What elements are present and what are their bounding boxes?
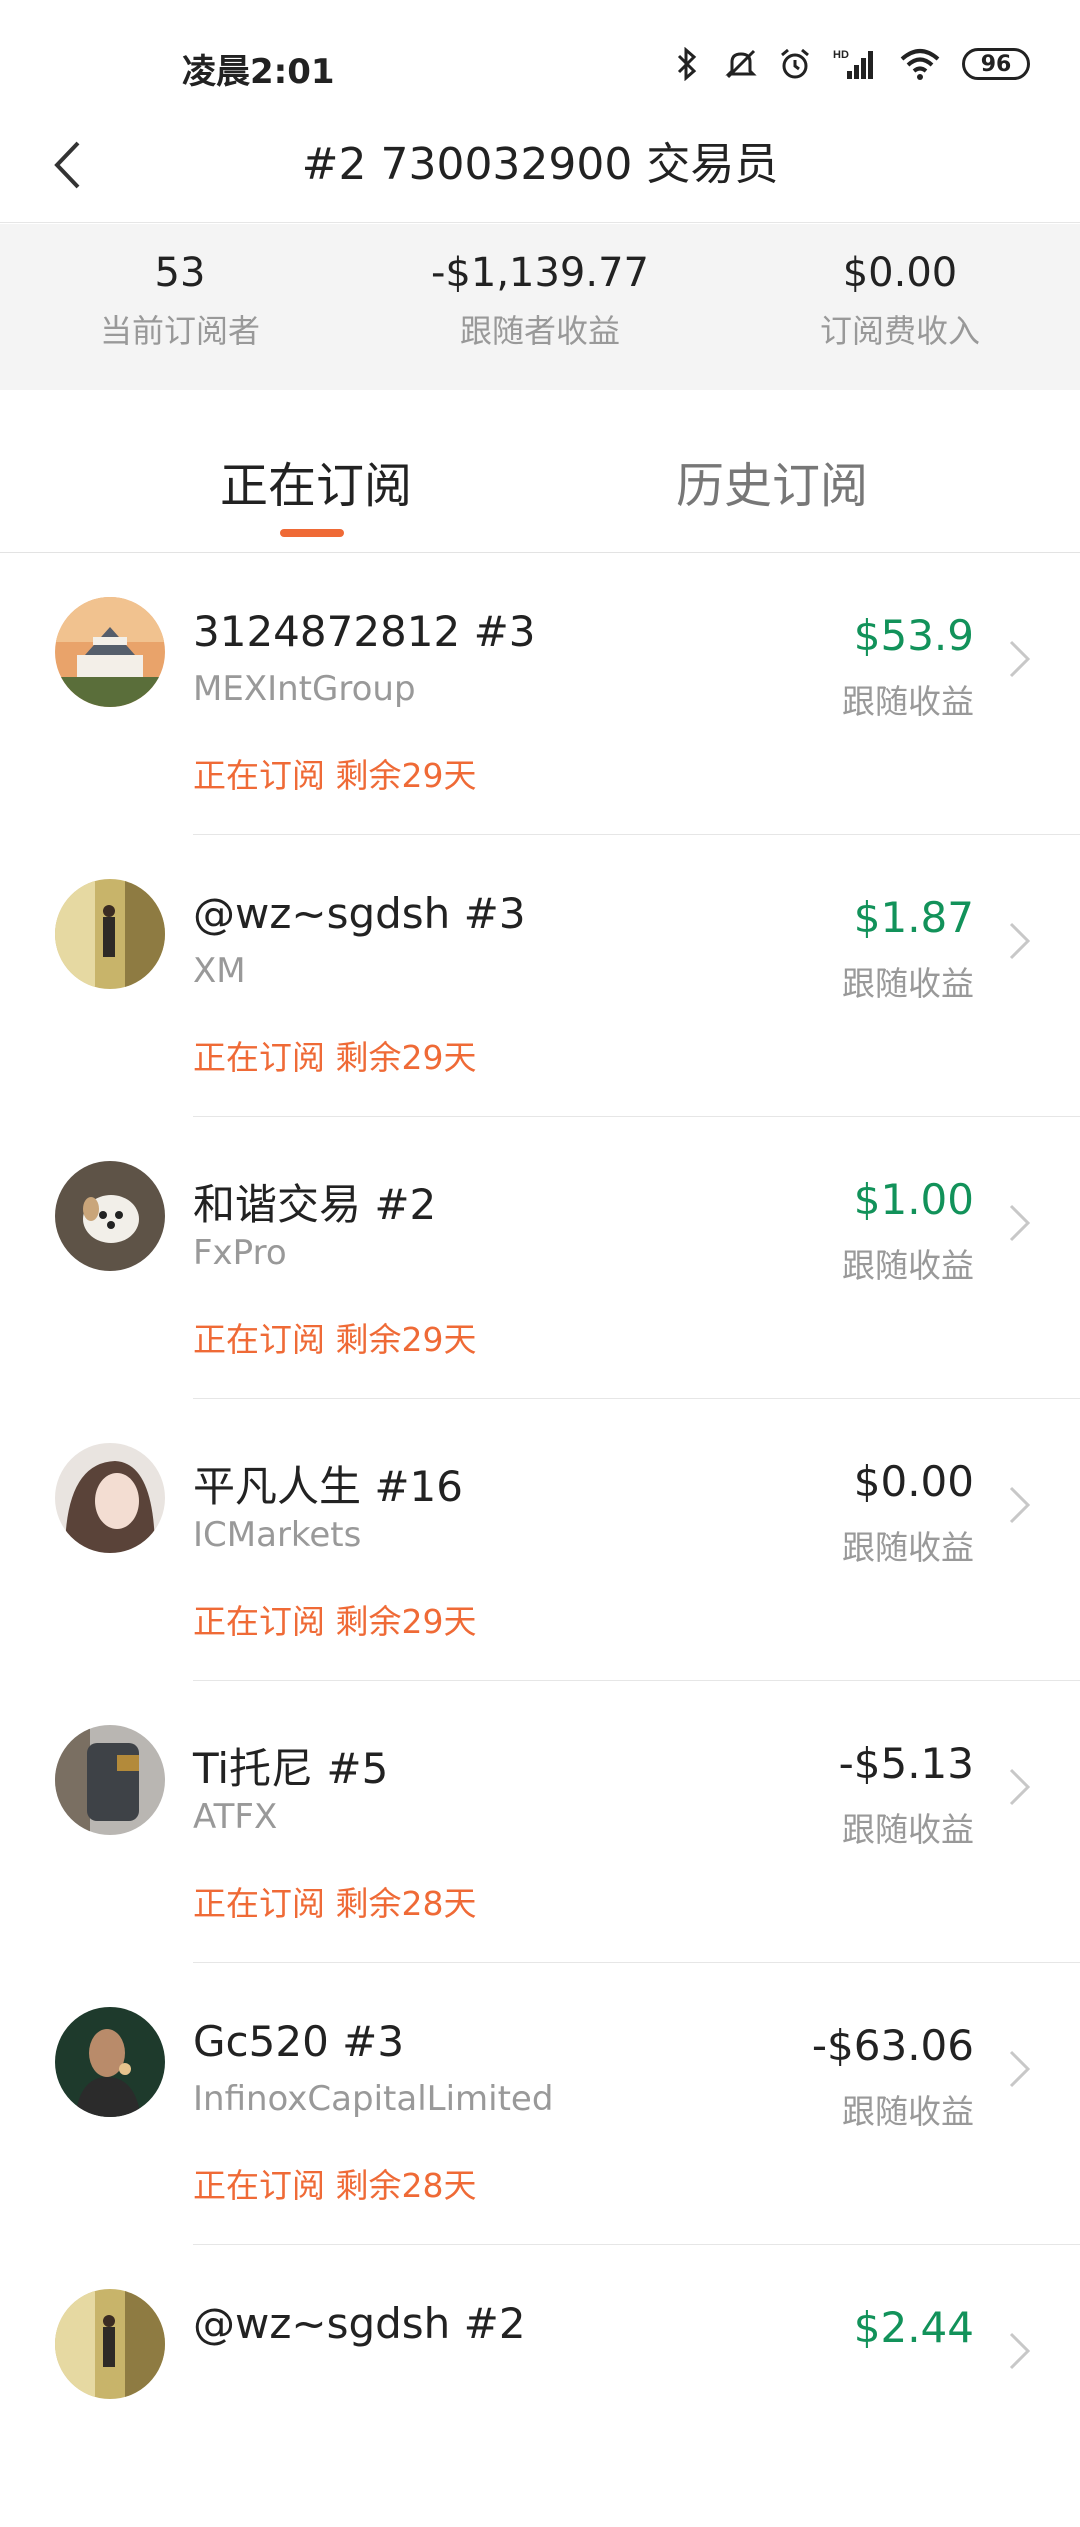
profit-amount: $1.00 xyxy=(853,1175,974,1224)
list-item[interactable]: Ti托尼 #5 ATFX 正在订阅 剩余28天 -$5.13 跟随收益 xyxy=(0,1681,1080,1963)
subscription-status: 正在订阅 剩余29天 xyxy=(193,756,477,795)
list-item[interactable]: Gc520 #3 InfinoxCapitalLimited 正在订阅 剩余28… xyxy=(0,1963,1080,2245)
mute-bell-icon xyxy=(724,46,758,82)
chevron-right-icon xyxy=(1009,1768,1031,1806)
profit-amount: $53.9 xyxy=(853,611,974,660)
broker-name: MEXIntGroup xyxy=(193,669,416,709)
stat-value: $0.00 xyxy=(842,250,958,296)
profit-label: 跟随收益 xyxy=(842,2092,974,2131)
broker-name: ICMarkets xyxy=(193,1515,362,1555)
avatar xyxy=(55,597,165,707)
wifi-icon xyxy=(898,46,942,82)
page-title: #2 730032900 交易员 xyxy=(301,139,779,190)
tab-current-subscriptions[interactable]: 正在订阅 xyxy=(220,446,412,516)
list-item[interactable]: 和谐交易 #2 FxPro 正在订阅 剩余29天 $1.00 跟随收益 xyxy=(0,1117,1080,1399)
battery-indicator: 96 xyxy=(962,48,1030,80)
app-header: #2 730032900 交易员 xyxy=(0,110,1080,223)
status-bar: 凌晨2:01 HD 96 xyxy=(0,0,1080,120)
stat-label: 跟随者收益 xyxy=(459,312,620,350)
stat-label: 订阅费收入 xyxy=(819,312,980,350)
active-tab-indicator xyxy=(280,529,344,537)
avatar xyxy=(55,1161,165,1271)
chevron-right-icon xyxy=(1009,640,1031,678)
subscription-name: @wz~sgdsh #3 xyxy=(193,889,526,938)
broker-name: FxPro xyxy=(193,1233,287,1273)
subscription-name: Gc520 #3 xyxy=(193,2017,405,2066)
stat-value: 53 xyxy=(154,250,206,296)
profit-amount: $0.00 xyxy=(853,1457,974,1506)
alarm-icon xyxy=(778,46,812,82)
broker-name: InfinoxCapitalLimited xyxy=(193,2079,554,2119)
profit-label: 跟随收益 xyxy=(842,964,974,1003)
stat-value: -$1,139.77 xyxy=(430,250,649,296)
list-item[interactable]: 平凡人生 #16 ICMarkets 正在订阅 剩余29天 $0.00 跟随收益 xyxy=(0,1399,1080,1681)
avatar xyxy=(55,1725,165,1835)
subscription-list: 3124872812 #3 MEXIntGroup 正在订阅 剩余29天 $53… xyxy=(0,553,1080,2527)
avatar xyxy=(55,2007,165,2117)
list-item[interactable]: 3124872812 #3 MEXIntGroup 正在订阅 剩余29天 $53… xyxy=(0,553,1080,835)
chevron-right-icon xyxy=(1009,922,1031,960)
subscription-name: Ti托尼 #5 xyxy=(193,1744,389,1793)
list-item[interactable]: @wz~sgdsh #3 XM 正在订阅 剩余29天 $1.87 跟随收益 xyxy=(0,835,1080,1117)
profit-label: 跟随收益 xyxy=(842,1528,974,1567)
chevron-right-icon xyxy=(1009,2332,1031,2370)
tab-bar: 正在订阅 历史订阅 xyxy=(0,390,1080,553)
profit-amount: $1.87 xyxy=(853,893,974,942)
profit-label: 跟随收益 xyxy=(842,1810,974,1849)
subscription-status: 正在订阅 剩余29天 xyxy=(193,1602,477,1641)
subscription-name: 和谐交易 #2 xyxy=(193,1180,437,1229)
bluetooth-icon xyxy=(670,46,704,82)
chevron-right-icon xyxy=(1009,1204,1031,1242)
profit-amount: -$5.13 xyxy=(838,1739,974,1788)
stat-label: 当前订阅者 xyxy=(99,312,260,350)
subscription-name: @wz~sgdsh #2 xyxy=(193,2299,526,2348)
broker-name: ATFX xyxy=(193,1797,278,1837)
avatar xyxy=(55,879,165,989)
stats-panel: 53 当前订阅者 -$1,139.77 跟随者收益 $0.00 订阅费收入 xyxy=(0,224,1080,390)
tab-history-subscriptions[interactable]: 历史订阅 xyxy=(676,446,868,516)
subscription-status: 正在订阅 剩余29天 xyxy=(193,1038,477,1077)
status-time: 凌晨2:01 xyxy=(182,52,335,92)
profit-amount: -$63.06 xyxy=(811,2021,974,2070)
stat-subscribers: 53 当前订阅者 xyxy=(0,224,360,390)
chevron-right-icon xyxy=(1009,2050,1031,2088)
broker-name: XM xyxy=(193,951,246,991)
profit-label: 跟随收益 xyxy=(842,682,974,721)
subscription-name: 3124872812 #3 xyxy=(193,607,536,656)
stat-fee-income: $0.00 订阅费收入 xyxy=(720,224,1080,390)
subscription-status: 正在订阅 剩余28天 xyxy=(193,2166,477,2205)
avatar xyxy=(55,2289,165,2399)
hd-label: HD xyxy=(833,49,849,61)
list-item[interactable]: @wz~sgdsh #2 $2.44 xyxy=(0,2245,1080,2527)
stat-follower-profit: -$1,139.77 跟随者收益 xyxy=(360,224,720,390)
avatar xyxy=(55,1443,165,1553)
chevron-right-icon xyxy=(1009,1486,1031,1524)
subscription-status: 正在订阅 剩余29天 xyxy=(193,1320,477,1359)
subscription-status: 正在订阅 剩余28天 xyxy=(193,1884,477,1923)
hd-signal-icon: HD xyxy=(832,46,878,82)
subscription-name: 平凡人生 #16 xyxy=(193,1462,463,1511)
profit-amount: $2.44 xyxy=(853,2303,974,2352)
profit-label: 跟随收益 xyxy=(842,1246,974,1285)
status-icons: HD 96 xyxy=(670,44,1030,84)
